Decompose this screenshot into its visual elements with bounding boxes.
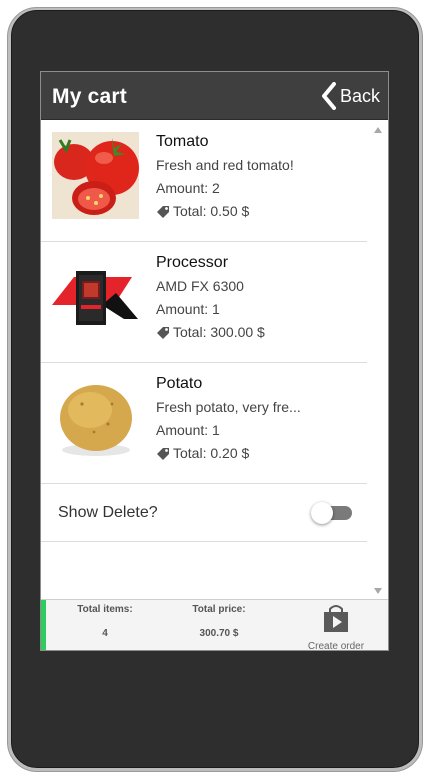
create-order-button[interactable]: Create order — [303, 604, 369, 651]
show-delete-toggle[interactable] — [311, 502, 352, 524]
item-description: Fresh and red tomato! — [156, 157, 294, 173]
cart-item[interactable]: Processor AMD FX 6300 Amount: 1 Total: 3… — [41, 242, 367, 363]
cart-footer: Total items: 4 Total price: 300.70 $ Cre… — [41, 599, 388, 651]
tomato-image — [52, 132, 139, 219]
item-amount: Amount: 2 — [156, 180, 220, 196]
item-total: Total: 300.00 $ — [156, 324, 265, 340]
item-description: AMD FX 6300 — [156, 278, 244, 294]
app-screen: My cart Back Tomato Fresh and red tomato… — [40, 71, 389, 651]
cart-item[interactable]: Tomato Fresh and red tomato! Amount: 2 T… — [41, 121, 367, 242]
amd-processor-image — [52, 253, 139, 340]
item-name: Potato — [156, 375, 203, 392]
item-total-text: Total: 300.00 $ — [173, 324, 265, 340]
chevron-left-icon — [321, 82, 336, 110]
footer-accent-bar — [41, 600, 46, 650]
total-items-label: Total items: — [77, 604, 133, 615]
total-price-label: Total price: — [192, 604, 246, 615]
back-button[interactable]: Back — [320, 80, 380, 112]
app-header: My cart Back — [41, 72, 388, 120]
create-order-label: Create order — [307, 641, 365, 651]
item-description: Fresh potato, very fre... — [156, 399, 301, 415]
total-price-summary: Total price: 300.70 $ — [184, 604, 254, 639]
item-amount: Amount: 1 — [156, 301, 220, 317]
back-label: Back — [339, 85, 380, 106]
total-items-value: 4 — [102, 628, 108, 639]
item-name: Tomato — [156, 133, 209, 150]
item-total: Total: 0.50 $ — [156, 203, 249, 219]
price-tag-icon — [157, 327, 169, 339]
item-total-text: Total: 0.50 $ — [173, 203, 250, 219]
show-delete-row: Show Delete? — [41, 484, 367, 542]
potato-image — [52, 374, 139, 461]
show-delete-label: Show Delete? — [58, 504, 158, 521]
cart-item[interactable]: Potato Fresh potato, very fre... Amount:… — [41, 363, 367, 484]
item-name: Processor — [156, 254, 229, 271]
cart-list[interactable]: Tomato Fresh and red tomato! Amount: 2 T… — [41, 121, 367, 599]
scroll-down-arrow-icon[interactable] — [374, 588, 382, 594]
total-items-summary: Total items: 4 — [71, 604, 139, 639]
toggle-knob — [311, 502, 333, 524]
scrollbar[interactable] — [368, 121, 388, 599]
item-total: Total: 0.20 $ — [156, 445, 249, 461]
shopping-bag-play-icon — [324, 605, 348, 632]
item-amount: Amount: 1 — [156, 422, 220, 438]
item-total-text: Total: 0.20 $ — [173, 445, 250, 461]
price-tag-icon — [157, 448, 169, 460]
page-title: My cart — [52, 85, 127, 108]
scroll-up-arrow-icon[interactable] — [374, 127, 382, 133]
total-price-value: 300.70 $ — [199, 628, 239, 639]
price-tag-icon — [157, 206, 169, 218]
